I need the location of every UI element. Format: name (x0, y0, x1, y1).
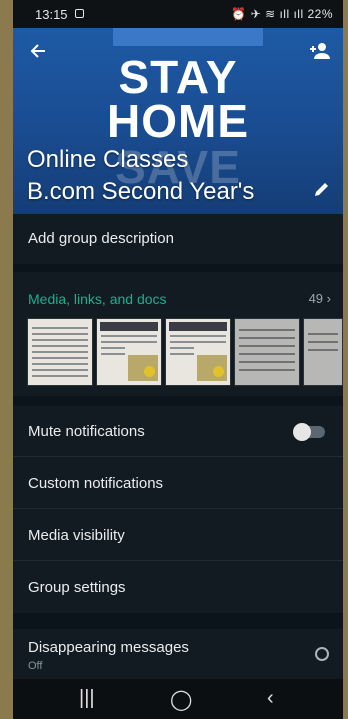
media-thumbnail-5[interactable] (303, 318, 343, 386)
status-right: ⏰ ✈ ≋ ıll ıll 22% (231, 7, 333, 21)
disappearing-messages[interactable]: Disappearing messages Off (13, 629, 343, 679)
mute-toggle[interactable] (293, 423, 325, 441)
group-name-line2: B.com Second Year's (27, 178, 255, 205)
toggle-knob (293, 423, 311, 441)
mute-notifications-label: Mute notifications (28, 423, 145, 440)
battery-level: 22% (307, 7, 333, 21)
recent-apps-icon[interactable]: ||| (79, 687, 95, 710)
status-time: 13:15 (35, 7, 68, 22)
media-visibility[interactable]: Media visibility (13, 510, 343, 561)
media-thumbnail-4[interactable] (234, 318, 300, 386)
media-title: Media, links, and docs (28, 291, 167, 307)
media-thumbnail-1[interactable] (27, 318, 93, 386)
group-name-line1: Online Classes (27, 146, 189, 173)
add-group-description[interactable]: Add group description (13, 214, 343, 264)
group-settings[interactable]: Group settings (13, 562, 343, 613)
home-icon[interactable]: ◯ (170, 687, 192, 712)
section-divider (13, 396, 343, 406)
phone-screen: 13:15 ⏰ ✈ ≋ ıll ıll 22% STAY HOME SAVE O… (13, 0, 343, 719)
custom-notifications[interactable]: Custom notifications (13, 458, 343, 509)
group-header: STAY HOME SAVE Online Classes B.com Seco… (13, 28, 343, 214)
edit-pencil-icon[interactable] (313, 180, 331, 203)
timer-icon (315, 647, 329, 661)
system-navigation-bar: ||| ◯ ‹ (13, 679, 343, 719)
media-links-docs-header[interactable]: Media, links, and docs 49 › (13, 272, 343, 312)
chevron-right-icon: › (326, 291, 331, 306)
media-count: 49 › (308, 291, 331, 306)
section-divider (13, 264, 343, 272)
header-banner-strip (113, 28, 263, 46)
media-thumbnails (13, 318, 343, 388)
section-divider (13, 613, 343, 629)
media-thumbnail-2[interactable] (96, 318, 162, 386)
back-nav-icon[interactable]: ‹ (267, 687, 274, 710)
back-arrow-icon[interactable] (29, 42, 47, 65)
media-thumbnail-3[interactable] (165, 318, 231, 386)
mute-notifications[interactable]: Mute notifications (13, 406, 343, 457)
signal-icon: ⏰ ✈ ≋ ıll ıll (231, 7, 308, 21)
disappearing-messages-value: Off (28, 660, 43, 672)
add-participant-icon[interactable] (309, 42, 331, 65)
disappearing-messages-label: Disappearing messages (28, 639, 189, 656)
status-bar: 13:15 ⏰ ✈ ≋ ıll ıll 22% (13, 0, 343, 28)
notification-icon (75, 9, 84, 18)
